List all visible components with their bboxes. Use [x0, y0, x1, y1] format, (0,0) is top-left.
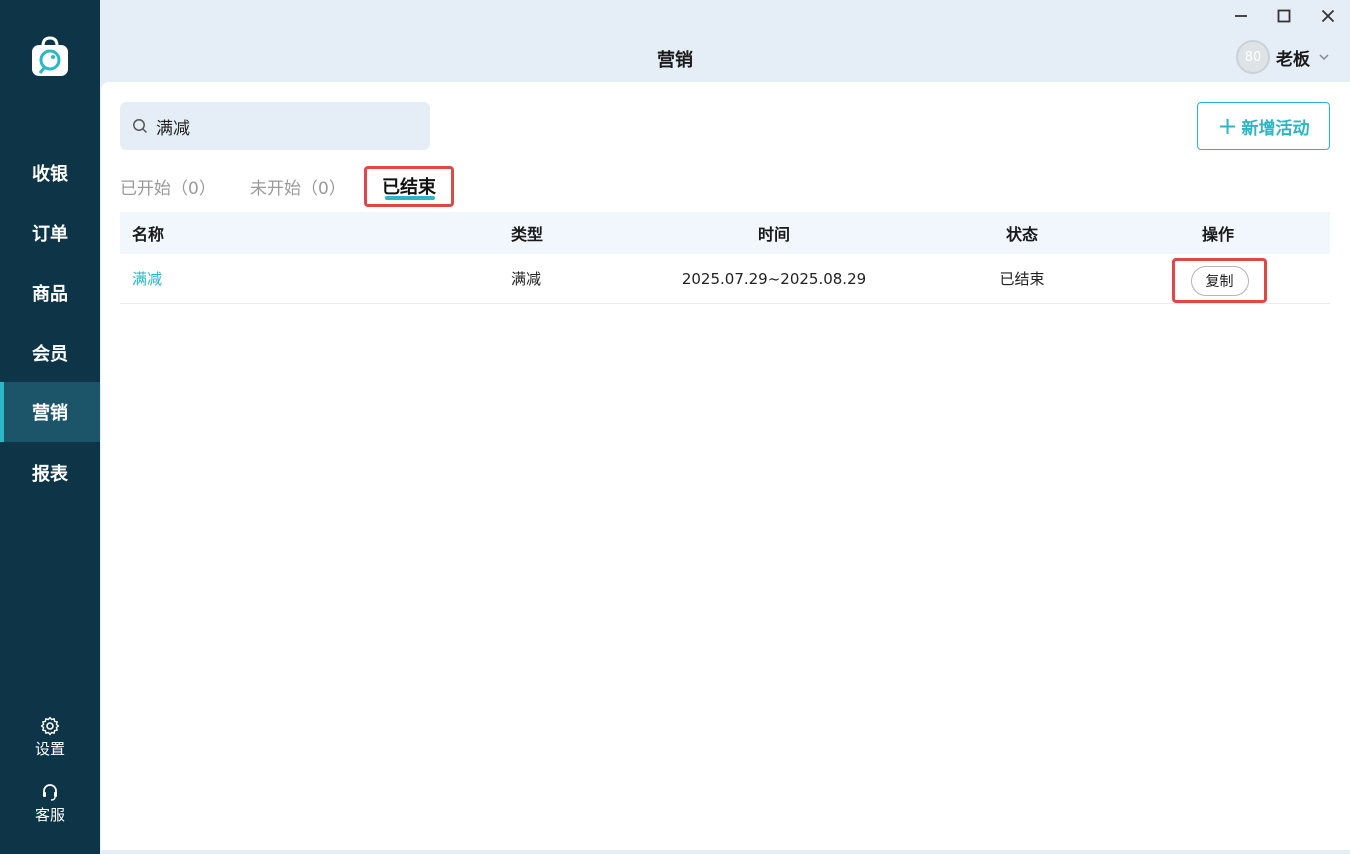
operation-highlight: 复制	[1172, 258, 1267, 303]
add-activity-button[interactable]: + 新增活动	[1197, 102, 1330, 150]
header-type: 类型	[511, 225, 544, 244]
user-name: 老板	[1276, 49, 1310, 70]
close-icon	[1321, 9, 1335, 23]
header-name: 名称	[132, 225, 165, 244]
page-title: 营销	[657, 50, 693, 71]
minimize-button[interactable]	[1227, 4, 1255, 28]
activity-time: 2025.07.29~2025.08.29	[681, 269, 867, 288]
table-header: 名称 类型 时间 状态 操作	[120, 212, 1330, 254]
active-tab-indicator	[385, 196, 435, 200]
search-box[interactable]	[120, 102, 430, 150]
add-activity-label: 新增活动	[1241, 118, 1310, 139]
gear-icon	[40, 716, 60, 736]
shopping-bag-logo-icon[interactable]	[29, 36, 71, 78]
tab-not-started[interactable]: 未开始（0）	[250, 174, 346, 199]
close-button[interactable]	[1314, 4, 1342, 28]
activity-type: 满减	[511, 270, 542, 288]
sidebar-item-label: 商品	[32, 284, 68, 305]
sidebar: 收银 订单 商品 会员 营销 报表 设置 客服	[0, 0, 100, 854]
table-row: 满减 满减 2025.07.29~2025.08.29 已结束 复制	[120, 254, 1330, 304]
tab-ended-label: 已结束	[382, 176, 436, 198]
tab-started[interactable]: 已开始（0）	[120, 174, 216, 199]
header-operation: 操作	[1201, 225, 1234, 244]
settings-button[interactable]: 设置	[0, 716, 100, 759]
sidebar-item-marketing[interactable]: 营销	[0, 382, 100, 442]
search-icon	[133, 119, 148, 134]
sidebar-item-label: 订单	[32, 224, 68, 245]
maximize-icon	[1277, 9, 1291, 23]
sidebar-item-label: 会员	[32, 344, 68, 365]
sidebar-item-label: 收银	[32, 164, 68, 185]
sidebar-item-label: 报表	[32, 464, 68, 485]
main-panel: + 新增活动 已开始（0） 未开始（0） 已结束 名称 类型 时间 状态 操作 …	[101, 82, 1350, 850]
chevron-down-icon	[1319, 54, 1329, 61]
sidebar-item-label: 营销	[32, 403, 68, 424]
sidebar-item-members[interactable]: 会员	[0, 323, 100, 383]
customer-service-label: 客服	[34, 806, 65, 824]
activity-name-link[interactable]: 满减	[132, 268, 162, 289]
activity-status: 已结束	[999, 270, 1045, 288]
sidebar-item-cashier[interactable]: 收银	[0, 143, 100, 203]
search-input[interactable]	[156, 116, 406, 136]
sidebar-item-reports[interactable]: 报表	[0, 443, 100, 503]
customer-service-button[interactable]: 客服	[0, 782, 100, 825]
header-status: 状态	[1005, 225, 1038, 244]
activity-table: 名称 类型 时间 状态 操作 满减 满减 2025.07.29~2025.08.…	[120, 212, 1330, 304]
copy-button[interactable]: 复制	[1190, 265, 1249, 296]
headset-icon	[43, 784, 57, 801]
header-time: 时间	[757, 225, 790, 244]
sidebar-item-products[interactable]: 商品	[0, 263, 100, 323]
minimize-icon	[1235, 15, 1247, 17]
user-menu[interactable]: 80 老板	[1236, 40, 1330, 74]
maximize-button[interactable]	[1270, 4, 1298, 28]
tab-ended[interactable]: 已结束	[364, 166, 454, 207]
sidebar-item-orders[interactable]: 订单	[0, 203, 100, 263]
avatar: 80	[1236, 40, 1270, 74]
plus-icon: +	[1217, 112, 1238, 140]
settings-label: 设置	[34, 740, 65, 758]
